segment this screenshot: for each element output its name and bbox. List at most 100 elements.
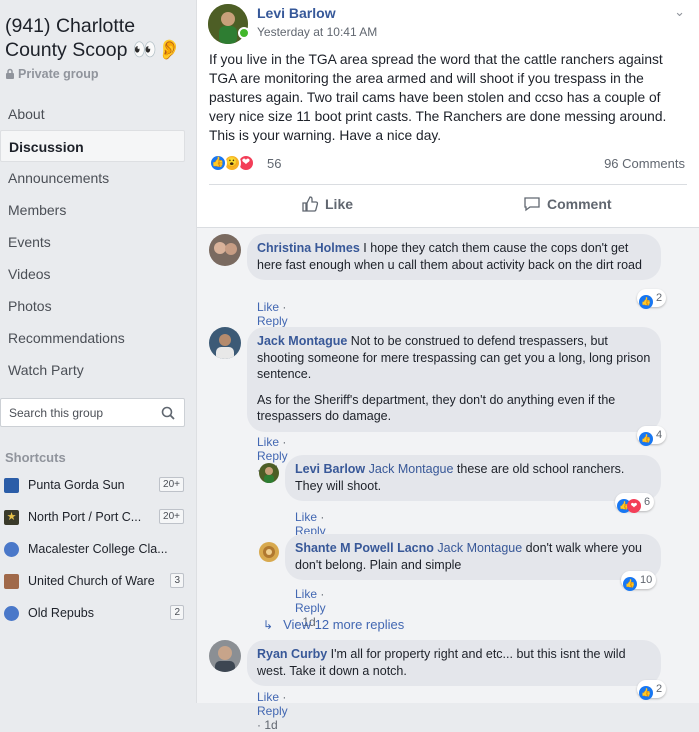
comment-reaction-count: 6: [644, 496, 651, 508]
post-body-text: If you live in the TGA area spread the w…: [209, 52, 667, 143]
book-icon: [4, 574, 19, 589]
love-reaction-icon: ❤: [627, 499, 641, 513]
post-author-name[interactable]: Levi Barlow: [257, 5, 336, 21]
group-search-input[interactable]: Search this group: [0, 398, 185, 427]
view-more-replies-link[interactable]: ↳ View 12 more replies: [263, 617, 404, 632]
shortcut-item[interactable]: ★ North Port / Port C... 20+: [4, 508, 184, 528]
comment-reaction-count: 2: [656, 292, 663, 304]
comment-reactions[interactable]: 👍 4: [637, 426, 667, 446]
mentioned-user[interactable]: Jack Montague: [369, 462, 454, 476]
comment-text: As for the Sheriff's department, they do…: [257, 392, 616, 424]
commenter-name[interactable]: Ryan Curby: [257, 647, 327, 661]
comment-age[interactable]: 1d: [264, 718, 277, 732]
notification-badge: 3: [170, 573, 184, 588]
mentioned-user[interactable]: Jack Montague: [437, 541, 522, 555]
comments-section: Christina Holmes I hope they catch them …: [197, 227, 699, 732]
newspaper-icon: [4, 478, 19, 493]
separator: ·: [320, 510, 325, 524]
commenter-avatar[interactable]: [259, 463, 279, 483]
comment-reply-link[interactable]: Reply: [295, 601, 326, 615]
group-icon: [4, 542, 19, 557]
reply-arrow-icon: ↳: [263, 618, 274, 632]
shortcut-item[interactable]: United Church of Ware 3: [4, 572, 184, 592]
commenter-avatar[interactable]: [209, 640, 241, 672]
shortcuts-heading: Shortcuts: [5, 450, 66, 465]
post-options-chevron-icon[interactable]: ⌄: [674, 4, 685, 20]
shortcut-label: Punta Gorda Sun: [28, 478, 125, 492]
separator: ·: [282, 690, 287, 704]
commenter-name[interactable]: Shante M Powell Lacno: [295, 541, 434, 555]
shortcut-item[interactable]: Punta Gorda Sun 20+: [4, 476, 184, 496]
nav-item-announcements[interactable]: Announcements: [0, 162, 185, 194]
commenter-avatar[interactable]: [259, 542, 279, 562]
group-nav: About Discussion Announcements Members E…: [0, 98, 185, 386]
comment-reply-link[interactable]: Reply: [257, 449, 288, 463]
comment-like-link[interactable]: Like: [257, 435, 279, 449]
comment-bubble: Ryan Curby I'm all for property right an…: [247, 640, 661, 686]
nav-item-events[interactable]: Events: [0, 226, 185, 258]
comment-reply-link[interactable]: Reply: [257, 314, 288, 328]
comment-reply-link[interactable]: Reply: [257, 704, 288, 718]
commenter-avatar[interactable]: [209, 234, 241, 266]
comment-reactions[interactable]: 👍 2: [637, 680, 667, 700]
comment-bubble: Jack Montague Not to be construed to def…: [247, 327, 661, 432]
commenter-name[interactable]: Jack Montague: [257, 334, 347, 348]
shortcut-label: Macalester College Cla...: [28, 542, 168, 556]
comment-label: Comment: [547, 196, 612, 212]
notification-badge: 20+: [159, 509, 184, 524]
group-title[interactable]: (941) Charlotte County Scoop 👀👂: [5, 14, 190, 62]
comment-reaction-count: 4: [656, 429, 663, 441]
nav-item-members[interactable]: Members: [0, 194, 185, 226]
reaction-count: 56: [267, 156, 282, 171]
thumbs-up-icon: [302, 196, 319, 212]
divider: [209, 184, 687, 185]
group-sidebar: (941) Charlotte County Scoop 👀👂 Private …: [0, 0, 194, 703]
comment-reactions[interactable]: 👍 ❤ 6: [615, 493, 655, 513]
search-icon[interactable]: [161, 406, 175, 420]
lock-icon: [6, 68, 14, 79]
like-reaction-icon: 👍: [639, 295, 653, 309]
comment-button[interactable]: Comment: [523, 195, 612, 213]
comment-like-link[interactable]: Like: [257, 300, 279, 314]
nav-item-discussion[interactable]: Discussion: [0, 130, 185, 162]
comment-count-link[interactable]: 96 Comments: [604, 156, 685, 171]
nav-item-recommendations[interactable]: Recommendations: [0, 322, 185, 354]
star-icon: ★: [4, 510, 19, 525]
commenter-avatar[interactable]: [209, 327, 241, 359]
separator: ·: [320, 587, 325, 601]
comment-bubble: Christina Holmes I hope they catch them …: [247, 234, 661, 280]
nav-item-about[interactable]: About: [0, 98, 185, 130]
search-placeholder: Search this group: [9, 406, 104, 420]
comment-actions: Like · Reply · 1d: [257, 690, 288, 732]
view-more-label: View 12 more replies: [283, 617, 405, 632]
notification-badge: 2: [170, 605, 184, 620]
shortcut-label: United Church of Ware: [28, 574, 155, 588]
comment-reactions[interactable]: 👍 10: [621, 571, 657, 591]
comment-reaction-count: 2: [656, 683, 663, 695]
like-reaction-icon: 👍: [639, 686, 653, 700]
comment-like-link[interactable]: Like: [295, 587, 317, 601]
comment-reaction-count: 10: [640, 574, 653, 586]
notification-badge: 20+: [159, 477, 184, 492]
shortcut-label: Old Repubs: [28, 606, 95, 620]
nav-item-photos[interactable]: Photos: [0, 290, 185, 322]
like-button[interactable]: Like: [301, 195, 353, 213]
shortcut-item[interactable]: Macalester College Cla...: [4, 540, 184, 560]
comment-bubble: Levi Barlow Jack Montague these are old …: [285, 455, 661, 501]
comment-like-link[interactable]: Like: [257, 690, 279, 704]
like-reaction-icon: 👍: [639, 432, 653, 446]
shortcut-item[interactable]: Old Repubs 2: [4, 604, 184, 624]
comment-bubble-icon: [524, 197, 540, 212]
commenter-name[interactable]: Levi Barlow: [295, 462, 365, 476]
comment-like-link[interactable]: Like: [295, 510, 317, 524]
separator: ·: [257, 718, 261, 732]
like-label: Like: [325, 196, 354, 212]
comment-bubble: Shante M Powell Lacno Jack Montague don'…: [285, 534, 661, 580]
post-timestamp[interactable]: Yesterday at 10:41 AM: [257, 25, 377, 39]
comment-reactions[interactable]: 👍 2: [637, 289, 667, 309]
nav-item-watch-party[interactable]: Watch Party: [0, 354, 185, 386]
nav-item-videos[interactable]: Videos: [0, 258, 185, 290]
commenter-name[interactable]: Christina Holmes: [257, 241, 360, 255]
online-status-dot: [238, 27, 250, 39]
separator: ·: [282, 435, 287, 449]
